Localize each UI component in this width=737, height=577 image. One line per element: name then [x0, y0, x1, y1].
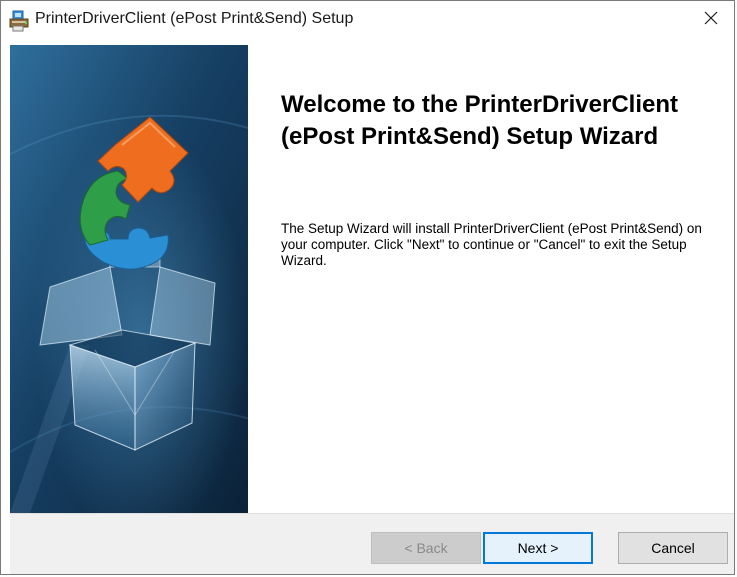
button-bar: < Back Next > Cancel — [10, 513, 734, 574]
wizard-banner-image — [10, 45, 248, 513]
title-bar[interactable]: PrinterDriverClient (ePost Print&Send) S… — [1, 1, 734, 39]
close-button[interactable] — [688, 1, 734, 39]
welcome-description: The Setup Wizard will install PrinterDri… — [281, 221, 702, 268]
installer-icon — [9, 10, 31, 32]
back-button[interactable]: < Back — [371, 532, 481, 564]
setup-wizard-window: PrinterDriverClient (ePost Print&Send) S… — [0, 0, 735, 575]
cancel-button[interactable]: Cancel — [618, 532, 728, 564]
window-title: PrinterDriverClient (ePost Print&Send) S… — [35, 10, 354, 27]
next-button[interactable]: Next > — [483, 532, 593, 564]
welcome-content: Welcome to the PrinterDriverClient (ePos… — [248, 45, 734, 513]
close-icon — [704, 11, 718, 30]
welcome-heading: Welcome to the PrinterDriverClient (ePos… — [281, 91, 678, 150]
